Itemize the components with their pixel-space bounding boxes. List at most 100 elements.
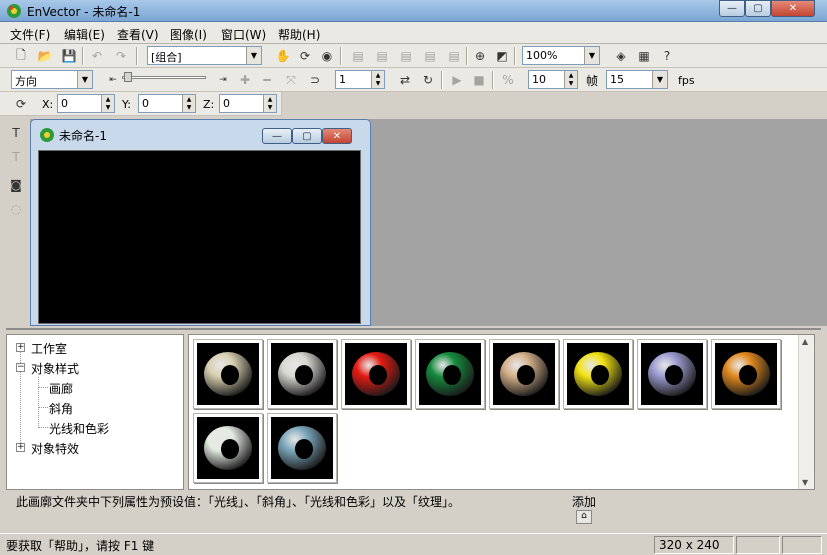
orange-torus-thumbnail[interactable] (711, 339, 781, 409)
maximize-button[interactable]: ▢ (745, 0, 771, 17)
expand-icon[interactable]: + (16, 343, 25, 352)
menu-image[interactable]: 图像(I) (170, 26, 207, 43)
menu-edit[interactable]: 编辑(E) (64, 26, 105, 43)
frame-spin[interactable]: 1 ▲ ▼ (335, 70, 385, 89)
spin-arrows[interactable]: ▲ ▼ (101, 95, 114, 112)
context-help-icon[interactable]: ? (658, 47, 676, 65)
menu-window[interactable]: 窗口(W) (221, 26, 266, 43)
close-button[interactable]: ✕ (771, 0, 815, 17)
save-icon[interactable]: 💾 (60, 47, 78, 65)
x-spin[interactable]: 0 ▲ ▼ (57, 94, 115, 113)
new-file-icon[interactable]: 🗋 (12, 47, 30, 65)
group-combo[interactable]: [组合] ▼ (147, 46, 262, 65)
torus-preview (641, 343, 703, 405)
lavender-torus-thumbnail[interactable] (637, 339, 707, 409)
menu-file[interactable]: 文件(F) (10, 26, 50, 43)
chevron-down-icon[interactable]: ▼ (652, 71, 667, 88)
select-object-icon[interactable]: ◉ (318, 47, 336, 65)
chevron-down-icon[interactable]: ▼ (77, 71, 92, 88)
align-bottom-icon[interactable]: ▤ (445, 47, 463, 65)
spin-arrows[interactable]: ▲ ▼ (564, 71, 577, 88)
y-label: Y: (122, 98, 131, 111)
globe-icon[interactable]: ⊕ (471, 47, 489, 65)
spin-arrows[interactable]: ▲ ▼ (182, 95, 195, 112)
x-label: X: (42, 98, 54, 111)
timeline-slider[interactable] (122, 76, 206, 79)
tree-item-light-color[interactable]: 光线和色彩 (49, 420, 109, 437)
chevron-down-icon[interactable]: ▼ (584, 47, 599, 64)
refresh-icon[interactable]: ↻ (419, 71, 437, 89)
palette-icon[interactable]: ▦ (635, 47, 653, 65)
rotate-axis-icon[interactable]: ⟳ (12, 95, 30, 113)
slider-thumb[interactable] (124, 72, 132, 82)
direction-combo[interactable]: 方向 ▼ (11, 70, 93, 89)
align-right-icon[interactable]: ▤ (397, 47, 415, 65)
speed-spin[interactable]: 10 ▲ ▼ (528, 70, 578, 89)
align-top-icon[interactable]: ▤ (421, 47, 439, 65)
export-icon[interactable]: ◈ (612, 47, 630, 65)
expand-icon[interactable]: + (16, 443, 25, 452)
menu-help[interactable]: 帮助(H) (278, 26, 320, 43)
doc-maximize-button[interactable]: ▢ (292, 128, 322, 144)
rotate-object-icon[interactable]: ⟳ (296, 47, 314, 65)
remove-frame-icon[interactable]: ━ (258, 71, 276, 89)
torus-preview (567, 343, 629, 405)
transition-icon[interactable]: ⤧ (282, 71, 300, 89)
tree-item-bevel[interactable]: 斜角 (49, 400, 73, 417)
add-icon[interactable]: ⌂ (576, 510, 592, 524)
bluegray-torus-thumbnail[interactable] (267, 413, 337, 483)
red-torus-thumbnail[interactable] (341, 339, 411, 409)
torus-preview (715, 343, 777, 405)
loop-icon[interactable]: ⇄ (396, 71, 414, 89)
loop-back-icon[interactable]: ⊃ (306, 71, 324, 89)
spin-arrows[interactable]: ▲ ▼ (263, 95, 276, 112)
tan-torus-thumbnail[interactable] (489, 339, 559, 409)
gallery-scrollbar[interactable]: ▲ ▼ (798, 335, 814, 489)
text-edit-icon[interactable]: T (7, 148, 25, 166)
add-button[interactable]: 添加 ⌂ (572, 493, 612, 531)
fps-combo[interactable]: 15 ▼ (606, 70, 668, 89)
pearl-torus-thumbnail[interactable] (193, 413, 263, 483)
tree-item-gallery[interactable]: 画廊 (49, 380, 73, 397)
torus-preview (419, 343, 481, 405)
open-folder-icon[interactable]: 📂 (36, 47, 54, 65)
canvas-size-icon[interactable]: ◩ (493, 47, 511, 65)
yellow-torus-thumbnail[interactable] (563, 339, 633, 409)
minimize-button[interactable]: — (719, 0, 745, 17)
undo-icon[interactable]: ↶ (88, 47, 106, 65)
canvas[interactable] (38, 150, 361, 324)
white-torus-thumbnail[interactable] (267, 339, 337, 409)
zoom-combo[interactable]: 100% ▼ (522, 46, 600, 65)
status-bar: 要获取「帮助」，请按 F1 键 320 x 240 (0, 533, 827, 555)
beige-torus-thumbnail[interactable] (193, 339, 263, 409)
position-toolbar: ⟳ X: 0 ▲ ▼ Y: 0 ▲ ▼ Z: 0 ▲ ▼ (0, 92, 282, 116)
collapse-icon[interactable]: − (16, 363, 25, 372)
align-left-icon[interactable]: ▤ (349, 47, 367, 65)
scroll-down-icon[interactable]: ▼ (802, 478, 808, 487)
direction-value: 方向 (15, 75, 37, 88)
tree-item-object-style[interactable]: 对象样式 (31, 360, 79, 377)
y-spin[interactable]: 0 ▲ ▼ (138, 94, 196, 113)
tree-item-object-effects[interactable]: 对象特效 (31, 440, 79, 457)
redo-icon[interactable]: ↷ (112, 47, 130, 65)
menu-view[interactable]: 查看(V) (117, 26, 159, 43)
align-center-icon[interactable]: ▤ (373, 47, 391, 65)
doc-close-button[interactable]: ✕ (322, 128, 352, 144)
tree-item-studio[interactable]: 工作室 (31, 340, 67, 357)
stop-icon[interactable]: ■ (470, 71, 488, 89)
hand-icon[interactable]: ✋ (274, 47, 292, 65)
chevron-down-icon[interactable]: ▼ (246, 47, 261, 64)
text-tool-icon[interactable]: T (7, 124, 25, 142)
add-frame-icon[interactable]: ✚ (236, 71, 254, 89)
play-icon[interactable]: ▶ (448, 71, 466, 89)
shape-tool-icon[interactable]: ◙ (7, 176, 25, 194)
shape-select-icon[interactable]: ◌ (7, 200, 25, 218)
fps-value: 15 (610, 73, 624, 86)
green-torus-thumbnail[interactable] (415, 339, 485, 409)
z-spin[interactable]: 0 ▲ ▼ (219, 94, 277, 113)
spin-arrows[interactable]: ▲ ▼ (371, 71, 384, 88)
left-toolbar: T T ◙ ◌ (6, 120, 28, 320)
doc-minimize-button[interactable]: — (262, 128, 292, 144)
scroll-up-icon[interactable]: ▲ (802, 337, 808, 346)
frame-value: 1 (339, 73, 346, 86)
